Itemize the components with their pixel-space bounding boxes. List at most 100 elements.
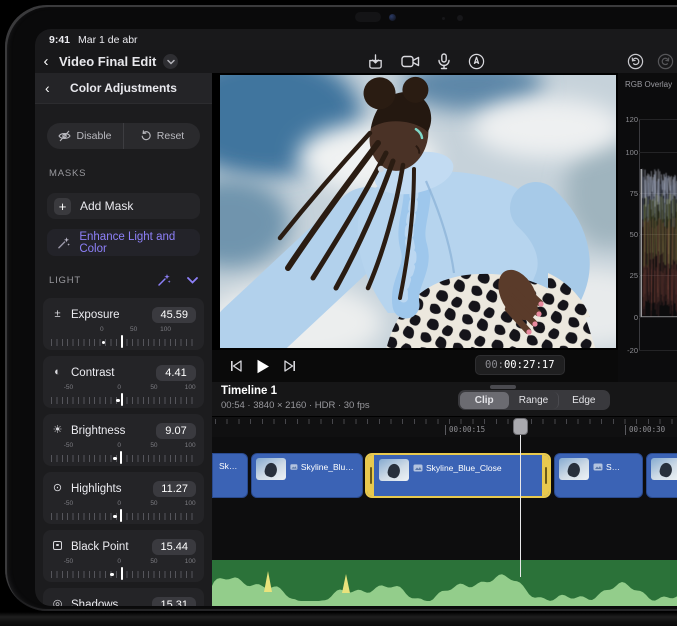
back-icon[interactable]: ‹ bbox=[35, 53, 57, 70]
record-video-icon[interactable] bbox=[401, 54, 420, 69]
mode-edge[interactable]: Edge bbox=[559, 392, 608, 409]
rgb-overlay-scope: RGB Overlay 120 100 75 50 25 0 -20 bbox=[618, 73, 677, 382]
photo-backdrop: 9:41 Mar 1 de abr ‹ Video Final Edit bbox=[0, 0, 677, 626]
playhead-handle[interactable] bbox=[513, 418, 528, 435]
slider-shadows: ◎ Shadows 15.31 -50 0 50 100 bbox=[43, 588, 204, 606]
exposure-icon: ± bbox=[51, 309, 64, 320]
title-chevron-icon[interactable] bbox=[163, 54, 178, 69]
timeline-tracks: Sk… Skyline_Blue_Wide bbox=[212, 437, 677, 606]
app-toolbar: ‹ Video Final Edit bbox=[35, 50, 677, 73]
skip-to-start-icon[interactable] bbox=[230, 360, 242, 372]
contrast-icon: ◐ bbox=[51, 367, 64, 378]
black-point-icon bbox=[51, 541, 64, 553]
shadows-value[interactable]: 15.31 bbox=[152, 597, 196, 607]
highlights-icon: ⊙ bbox=[51, 483, 64, 494]
slider-brightness: ☀ Brightness 9.07 -50 0 50 100 bbox=[43, 414, 204, 466]
media-photo-icon bbox=[413, 464, 423, 472]
media-photo-icon bbox=[593, 463, 603, 471]
ruler-label: 00:00:30 bbox=[625, 425, 665, 435]
bezel-sensor-dot bbox=[442, 17, 445, 20]
annotate-icon[interactable] bbox=[468, 53, 485, 70]
clip-skyline-blue-wide[interactable]: Skyline_Blue_Wide bbox=[251, 453, 363, 498]
highlights-slider[interactable]: -50 0 50 100 bbox=[51, 502, 196, 522]
light-section-label: LIGHT bbox=[49, 275, 81, 286]
contrast-slider[interactable]: -50 0 50 100 bbox=[51, 386, 196, 406]
screen: 9:41 Mar 1 de abr ‹ Video Final Edit bbox=[35, 29, 677, 606]
timeline-meta: 00:54 · 3840 × 2160 · HDR · 30 fps bbox=[221, 400, 370, 411]
timeline-name: Timeline 1 bbox=[221, 385, 277, 397]
play-icon[interactable] bbox=[256, 359, 270, 374]
clip-thumbnail bbox=[651, 458, 677, 480]
color-adjustments-panel: ‹ Color Adjustments Disable Rese bbox=[35, 73, 212, 606]
scope-waveform bbox=[640, 119, 677, 350]
scope-title: RGB Overlay bbox=[625, 80, 672, 89]
project-title[interactable]: Video Final Edit bbox=[59, 54, 156, 69]
clip-skyline-blue-close-selected[interactable]: Skyline_Blue_Close bbox=[365, 453, 551, 498]
exposure-value[interactable]: 45.59 bbox=[152, 307, 196, 323]
panel-title: Color Adjustments bbox=[35, 81, 212, 95]
clip-thumbnail bbox=[379, 459, 409, 481]
export-icon[interactable] bbox=[367, 53, 384, 70]
redo-icon[interactable] bbox=[657, 53, 674, 70]
timeline-panel: Timeline 1 00:54 · 3840 × 2160 · HDR · 3… bbox=[212, 382, 677, 606]
brightness-value[interactable]: 9.07 bbox=[156, 423, 196, 439]
timeline-ruler[interactable]: 00:00:15 00:00:30 bbox=[212, 416, 677, 437]
brightness-slider[interactable]: -50 0 50 100 bbox=[51, 444, 196, 464]
auto-enhance-icon[interactable] bbox=[157, 273, 171, 287]
mode-clip[interactable]: Clip bbox=[460, 392, 509, 409]
timeline-drag-handle[interactable] bbox=[490, 385, 516, 389]
bezel-sensor-dot bbox=[457, 15, 463, 21]
clip-thumbnail bbox=[559, 458, 589, 480]
enhance-light-color-button[interactable]: Enhance Light and Color bbox=[47, 229, 200, 256]
playhead-line bbox=[520, 419, 521, 577]
black-point-value[interactable]: 15.44 bbox=[152, 539, 196, 555]
contrast-value[interactable]: 4.41 bbox=[156, 365, 196, 381]
front-camera-icon bbox=[389, 14, 396, 21]
slider-black-point: Black Point 15.44 -50 0 50 100 bbox=[43, 530, 204, 582]
status-time: 9:41 bbox=[49, 34, 70, 46]
status-date: Mar 1 de abr bbox=[78, 34, 138, 46]
slider-highlights: ⊙ Highlights 11.27 -50 0 50 100 bbox=[43, 472, 204, 524]
highlights-value[interactable]: 11.27 bbox=[153, 481, 196, 497]
black-point-slider[interactable]: -50 0 50 100 bbox=[51, 560, 196, 580]
clip-skyline-2[interactable]: S… bbox=[554, 453, 643, 498]
slider-exposure: ± Exposure 45.59 0 50 100 bbox=[43, 298, 204, 350]
skip-to-end-icon[interactable] bbox=[284, 360, 296, 372]
add-mask-button[interactable]: + Add Mask bbox=[47, 193, 200, 219]
brightness-icon: ☀ bbox=[51, 425, 64, 436]
trim-handle-left[interactable] bbox=[367, 455, 374, 496]
trim-handle-right[interactable] bbox=[542, 455, 549, 496]
collapse-chevron-icon[interactable] bbox=[187, 277, 198, 284]
video-frame bbox=[218, 73, 618, 350]
masks-section-label: MASKS bbox=[49, 168, 86, 179]
undo-icon[interactable] bbox=[627, 53, 644, 70]
exposure-slider[interactable]: 0 50 100 bbox=[51, 328, 196, 348]
panel-header: ‹ Color Adjustments bbox=[35, 73, 212, 104]
bezel-sensor-pill bbox=[355, 12, 381, 22]
clip-skyline-1[interactable]: Sk… bbox=[212, 453, 248, 498]
media-photo-icon bbox=[290, 463, 298, 471]
reset-button[interactable]: Reset bbox=[124, 123, 200, 149]
microphone-icon[interactable] bbox=[437, 53, 451, 70]
eye-off-icon bbox=[58, 130, 71, 142]
video-preview[interactable] bbox=[218, 73, 618, 350]
clip-skyline-3[interactable] bbox=[646, 453, 677, 498]
shadows-icon: ◎ bbox=[51, 599, 64, 606]
status-bar: 9:41 Mar 1 de abr bbox=[35, 29, 677, 50]
light-section-header: LIGHT bbox=[35, 272, 212, 290]
disable-button[interactable]: Disable bbox=[47, 123, 124, 149]
reset-icon bbox=[140, 130, 152, 142]
magic-wand-icon bbox=[57, 236, 70, 250]
mode-range[interactable]: Range bbox=[509, 392, 559, 409]
timecode-display: 00:00:27:17 bbox=[475, 355, 565, 375]
ipad-device: 9:41 Mar 1 de abr ‹ Video Final Edit bbox=[5, 5, 677, 611]
table-surface bbox=[0, 612, 677, 626]
panel-back-icon[interactable]: ‹ bbox=[45, 80, 50, 96]
edit-mode-segmented-control: Clip Range Edge bbox=[458, 390, 610, 410]
disable-reset-group: Disable Reset bbox=[47, 123, 200, 149]
audio-track[interactable] bbox=[212, 560, 677, 606]
slider-contrast: ◐ Contrast 4.41 -50 0 50 100 bbox=[43, 356, 204, 408]
ruler-label: 00:00:15 bbox=[445, 425, 485, 435]
plus-icon: + bbox=[54, 198, 71, 215]
transport-bar: 00:00:27:17 bbox=[212, 350, 618, 382]
